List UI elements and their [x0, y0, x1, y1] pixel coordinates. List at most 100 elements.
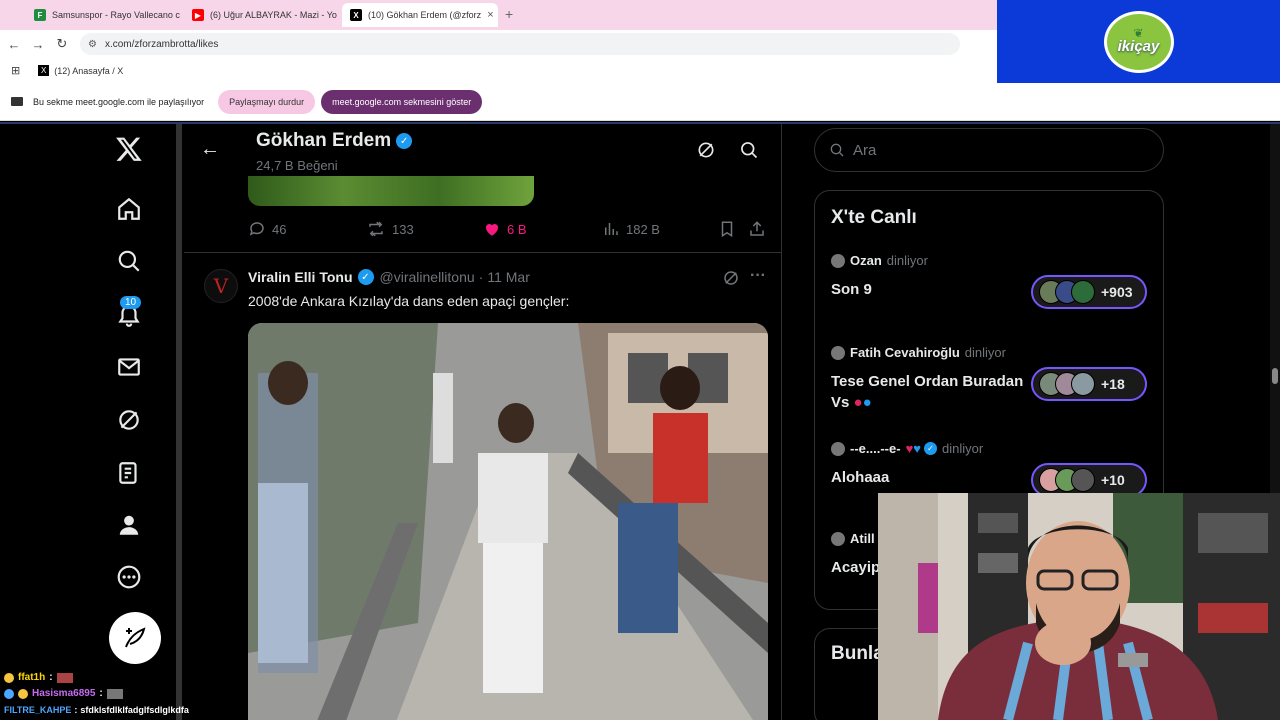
browser-tab-x[interactable]: X (10) Gökhan Erdem (@zforz ×: [342, 3, 498, 27]
heart-filled-icon: [485, 223, 499, 236]
show-meet-tab-button[interactable]: meet.google.com sekmesini göster: [321, 89, 483, 114]
apps-grid-icon[interactable]: ⊞: [11, 64, 20, 77]
chat-colon: :: [74, 705, 78, 715]
grok-icon[interactable]: [114, 405, 144, 435]
tweet-header: Viralin Elli Tonu ✓ @viralinellitonu · 1…: [248, 269, 530, 285]
feather-icon: [125, 627, 146, 648]
listeners-pill[interactable]: +10: [1031, 463, 1147, 497]
avatar: [831, 441, 845, 456]
views-button[interactable]: 182 B: [602, 220, 660, 238]
sharing-message: Bu sekme meet.google.com ile paylaşılıyo…: [33, 96, 205, 107]
tab-title: Samsunspor - Rayo Vallecano c: [52, 10, 180, 20]
listener-count: +10: [1101, 472, 1125, 488]
bookmark-x-home[interactable]: X (12) Anasayfa / X: [38, 65, 123, 76]
forward-icon[interactable]: →: [26, 37, 50, 52]
space-title: Son 9: [831, 281, 872, 298]
messages-icon[interactable]: [114, 352, 144, 382]
space-host: --e....--e- ♥ ♥ ✓ dinliyor: [831, 441, 1151, 456]
notifications-badge: 10: [120, 296, 142, 309]
home-icon[interactable]: [114, 194, 144, 224]
close-icon[interactable]: ×: [337, 9, 338, 21]
chat-message: FILTRE_KAHPE : sfdklsfdlklfadglfsdlglkdf…: [4, 705, 189, 715]
reload-icon[interactable]: ↻: [50, 36, 74, 52]
space-item[interactable]: Fatih Cevahiroğlu dinliyor Tese Genel Or…: [831, 345, 1151, 411]
tweet-video[interactable]: [248, 323, 768, 720]
compose-post-button[interactable]: [109, 612, 161, 664]
more-options-icon[interactable]: ···: [750, 267, 766, 285]
previous-tweet-media[interactable]: [248, 176, 534, 206]
chat-message: Hasisma6895 :: [4, 688, 123, 699]
profile-icon[interactable]: [114, 510, 144, 540]
sheets-icon: F: [34, 9, 46, 21]
streamer-video: [878, 493, 1280, 720]
share-button[interactable]: [748, 220, 772, 238]
x-logo-icon[interactable]: [114, 134, 144, 164]
profile-name-text: Gökhan Erdem: [256, 130, 392, 151]
repost-button[interactable]: 133: [366, 220, 414, 238]
listening-label: dinliyor: [886, 253, 928, 268]
listening-label: dinliyor: [964, 345, 1006, 360]
avatar[interactable]: V: [204, 269, 238, 303]
browser-tab-samsunspor[interactable]: F Samsunspor - Rayo Vallecano c ×: [26, 3, 180, 27]
heart-blue-icon: ♥: [913, 441, 921, 456]
address-text: x.com/zforzambrotta/likes: [104, 38, 219, 50]
space-item[interactable]: Ozan dinliyor Son 9 +903: [831, 253, 1151, 309]
back-arrow-icon[interactable]: ←: [200, 138, 220, 161]
share-icon: [750, 221, 764, 236]
like-button[interactable]: 6 B: [483, 220, 527, 238]
emote-icon: [106, 688, 123, 699]
avatar: [1071, 468, 1095, 492]
space-title: Alohaaa: [831, 469, 890, 486]
browser-tab-youtube[interactable]: ▶ (6) Uğur ALBAYRAK - Mazi - Yo ×: [184, 3, 338, 27]
view-count: 182 B: [626, 221, 660, 237]
emoji-icon: [4, 672, 14, 683]
site-info-icon[interactable]: ⚙: [88, 39, 97, 50]
video-frame: [248, 323, 768, 720]
chat-colon: :: [49, 672, 53, 683]
red-circle-icon: ●: [853, 394, 863, 411]
tweet[interactable]: V Viralin Elli Tonu ✓ @viralinellitonu ·…: [184, 253, 782, 720]
left-scrollbar[interactable]: [176, 124, 182, 720]
author-handle[interactable]: @viralinellitonu: [380, 269, 475, 285]
scrollbar-thumb[interactable]: [1272, 368, 1278, 384]
more-icon[interactable]: [114, 562, 144, 592]
tab-title: (6) Uğur ALBAYRAK - Mazi - Yo: [210, 10, 337, 20]
tab-sharing-bar: Bu sekme meet.google.com ile paylaşılıyo…: [0, 83, 1280, 121]
bookmark-button[interactable]: [718, 220, 742, 238]
emote-icon: [56, 672, 73, 683]
chat-message: ffat1h :: [4, 672, 73, 683]
bookmarks-bar: ⊞ X (12) Anasayfa / X: [0, 58, 997, 83]
listener-count: +903: [1101, 284, 1133, 300]
space-item[interactable]: --e....--e- ♥ ♥ ✓ dinliyor Alohaaa +10: [831, 441, 1151, 497]
avatar: [1071, 280, 1095, 304]
address-bar[interactable]: ⚙ x.com/zforzambrotta/likes: [80, 33, 960, 55]
lists-icon[interactable]: [114, 458, 144, 488]
listeners-pill[interactable]: +18: [1031, 367, 1147, 401]
close-icon[interactable]: ×: [481, 9, 493, 21]
author-name[interactable]: Viralin Elli Tonu: [248, 269, 353, 285]
search-icon[interactable]: [739, 140, 759, 165]
sponsor-logo-box: ❦ ikiçay: [997, 0, 1280, 83]
tweet-date[interactable]: 11 Mar: [487, 269, 530, 285]
stop-sharing-button[interactable]: Paylaşmayı durdur: [218, 89, 316, 114]
search-icon[interactable]: [114, 246, 144, 276]
reply-count: 46: [272, 221, 287, 237]
grok-icon[interactable]: [722, 269, 740, 292]
avatar: [831, 531, 845, 546]
x-icon: X: [38, 65, 50, 76]
separator-dot: ·: [478, 269, 484, 285]
grok-icon[interactable]: [696, 140, 716, 165]
repost-icon: [369, 221, 383, 237]
x-icon: X: [350, 9, 362, 21]
search-input[interactable]: Ara: [814, 128, 1164, 172]
chat-user: Hasisma6895: [32, 688, 96, 699]
verified-badge-icon: ✓: [396, 133, 413, 149]
listeners-pill[interactable]: +903: [1031, 275, 1147, 309]
back-icon[interactable]: ←: [2, 37, 26, 52]
space-title: Tese Genel Ordan Buradan Vs ●●: [831, 371, 1031, 413]
chat-user: FILTRE_KAHPE: [4, 705, 72, 715]
chat-colon: :: [99, 688, 103, 699]
browser-tab-bar: F Samsunspor - Rayo Vallecano c × ▶ (6) …: [0, 0, 997, 30]
new-tab-icon[interactable]: +: [505, 6, 513, 22]
reply-button[interactable]: 46: [248, 220, 286, 238]
